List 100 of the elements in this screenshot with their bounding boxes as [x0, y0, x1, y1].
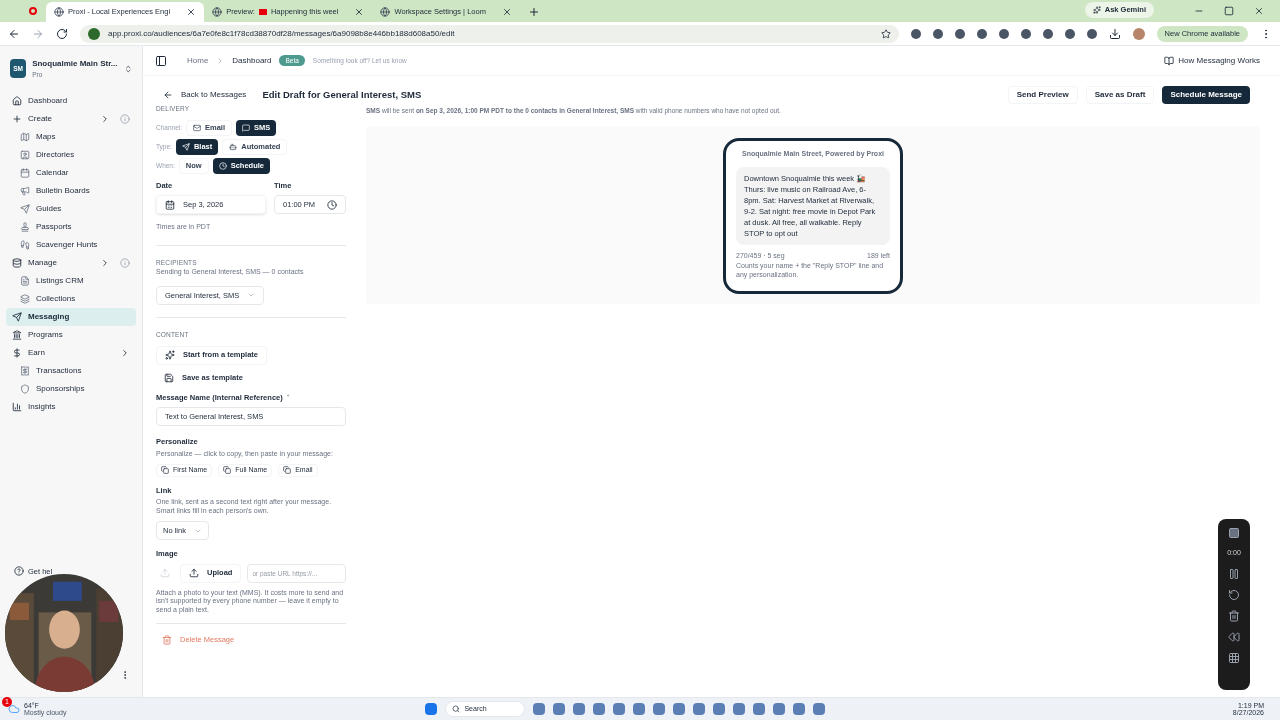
- extension-icon[interactable]: [1086, 28, 1097, 39]
- sidebar-subitem[interactable]: Maps: [6, 127, 136, 146]
- copy-icon: [283, 466, 292, 474]
- bookmark-icon: [880, 28, 891, 39]
- app-icon[interactable]: [653, 703, 666, 715]
- extension-icon[interactable]: [954, 28, 965, 39]
- app-icon[interactable]: [573, 703, 586, 715]
- reload-icon[interactable]: [56, 27, 68, 40]
- extension-icon[interactable]: [1042, 28, 1053, 39]
- extension-icon[interactable]: [932, 28, 943, 39]
- guide-link[interactable]: How Messaging Works: [1164, 54, 1260, 67]
- app-icon[interactable]: [733, 703, 746, 715]
- address-bar[interactable]: app.proxi.co/audiences/6a7e0fe8c1f78cd38870df28/messages/6a9098b8e446bb188d608a50/edit: [80, 24, 899, 43]
- close-icon: [501, 7, 512, 17]
- app-icon[interactable]: [693, 703, 706, 715]
- extension-icon[interactable]: [998, 28, 1009, 39]
- extension-icon[interactable]: [1020, 28, 1031, 39]
- nav-icon: [12, 347, 22, 358]
- calendar-icon: [165, 199, 175, 210]
- nav-icon: [12, 257, 22, 268]
- extension-icon[interactable]: [976, 28, 987, 39]
- action-button[interactable]: Save as Draft: [1085, 86, 1155, 104]
- sidebar-item[interactable]: Create: [6, 109, 136, 128]
- extension-icon[interactable]: [1064, 28, 1075, 39]
- option-icon: [181, 142, 190, 151]
- avatar-icon[interactable]: [1132, 27, 1145, 40]
- app-icon[interactable]: [673, 703, 686, 715]
- app-icon[interactable]: [793, 703, 806, 715]
- sidebar-subitem[interactable]: Calendar: [6, 163, 136, 182]
- app-icon[interactable]: [713, 703, 726, 715]
- nav-icon: [20, 293, 30, 304]
- chevron-icon: [100, 113, 110, 124]
- sidebar-subitem[interactable]: Guides: [6, 199, 136, 218]
- nav-icon: [12, 113, 22, 124]
- stop-icon[interactable]: [1228, 527, 1240, 539]
- sidebar-subitem[interactable]: Directories: [6, 145, 136, 164]
- action-button[interactable]: Send Preview: [1007, 86, 1078, 104]
- info-icon: [120, 113, 130, 124]
- app-icon[interactable]: [753, 703, 766, 715]
- restart-icon[interactable]: [1228, 588, 1240, 601]
- sidebar-item[interactable]: Manage: [6, 253, 136, 272]
- sidebar-subitem[interactable]: Scavenger Hunts: [6, 235, 136, 254]
- nav-icon: [20, 131, 30, 142]
- rewind-icon[interactable]: [1228, 630, 1240, 643]
- app-icon[interactable]: [773, 703, 786, 715]
- weather-icon: [8, 703, 20, 715]
- maximize-icon[interactable]: [1224, 6, 1234, 16]
- nav-icon: [20, 239, 30, 250]
- help-icon: [14, 566, 24, 577]
- switcher-icon[interactable]: [123, 63, 132, 74]
- sidebar-item[interactable]: Dashboard: [6, 91, 136, 110]
- app-icon[interactable]: [553, 703, 566, 715]
- sidebar-subitem[interactable]: Bulletin Boards: [6, 181, 136, 200]
- sidebar-toggle-icon[interactable]: [155, 54, 167, 67]
- nav-icon: [20, 383, 30, 394]
- favicon-icon: [380, 7, 391, 17]
- extension-icon[interactable]: [910, 28, 921, 39]
- app-icon[interactable]: [813, 703, 826, 715]
- chevron-icon: [120, 347, 130, 358]
- copy-icon: [223, 466, 232, 474]
- sidebar-item[interactable]: Insights: [6, 397, 136, 416]
- app-icon[interactable]: [613, 703, 626, 715]
- app-icon[interactable]: [533, 703, 546, 715]
- app-icon[interactable]: [593, 703, 606, 715]
- nav-icon: [12, 95, 22, 106]
- trash-icon[interactable]: [1228, 609, 1240, 622]
- app-icon[interactable]: [633, 703, 646, 715]
- sidebar-subitem[interactable]: Passports: [6, 217, 136, 236]
- arrow-left-icon: [163, 90, 173, 100]
- option-icon: [229, 142, 238, 151]
- pause-icon[interactable]: [1228, 567, 1240, 580]
- breadcrumb-link[interactable]: Dashboard: [232, 54, 272, 67]
- trash-icon: [162, 634, 172, 645]
- start-icon[interactable]: [425, 703, 438, 715]
- grid-icon[interactable]: [1228, 651, 1240, 664]
- sidebar-subitem[interactable]: Collections: [6, 289, 136, 308]
- sidebar-item[interactable]: Programs: [6, 325, 136, 344]
- sidebar-item[interactable]: Earn: [6, 343, 136, 362]
- sidebar-item[interactable]: Messaging: [6, 307, 136, 326]
- book-icon: [1164, 55, 1175, 66]
- back-link[interactable]: Back to Messages: [163, 89, 247, 101]
- download-icon[interactable]: [1108, 27, 1121, 40]
- option-icon: [242, 123, 251, 132]
- sidebar-subitem[interactable]: Sponsorships: [6, 379, 136, 398]
- nav-icon: [12, 329, 22, 340]
- info-icon: [120, 257, 130, 268]
- sidebar-subitem[interactable]: Listings CRM: [6, 271, 136, 290]
- back-icon[interactable]: [8, 27, 20, 40]
- site-info-icon[interactable]: [88, 27, 100, 40]
- page-title: Edit Draft for General Interest, SMS: [262, 87, 422, 102]
- nav-icon: [20, 365, 30, 376]
- sparkle-icon: [1092, 6, 1101, 14]
- new-tab-icon[interactable]: [527, 6, 540, 18]
- close-window-icon[interactable]: [1254, 6, 1264, 16]
- breadcrumb-link[interactable]: Home: [187, 54, 209, 67]
- action-button[interactable]: Schedule Message: [1162, 86, 1250, 104]
- nav-icon: [12, 311, 22, 322]
- workspace-name[interactable]: Snoqualmie Main Str...: [32, 58, 118, 70]
- nav-icon: [20, 185, 30, 196]
- sidebar-subitem[interactable]: Transactions: [6, 361, 136, 380]
